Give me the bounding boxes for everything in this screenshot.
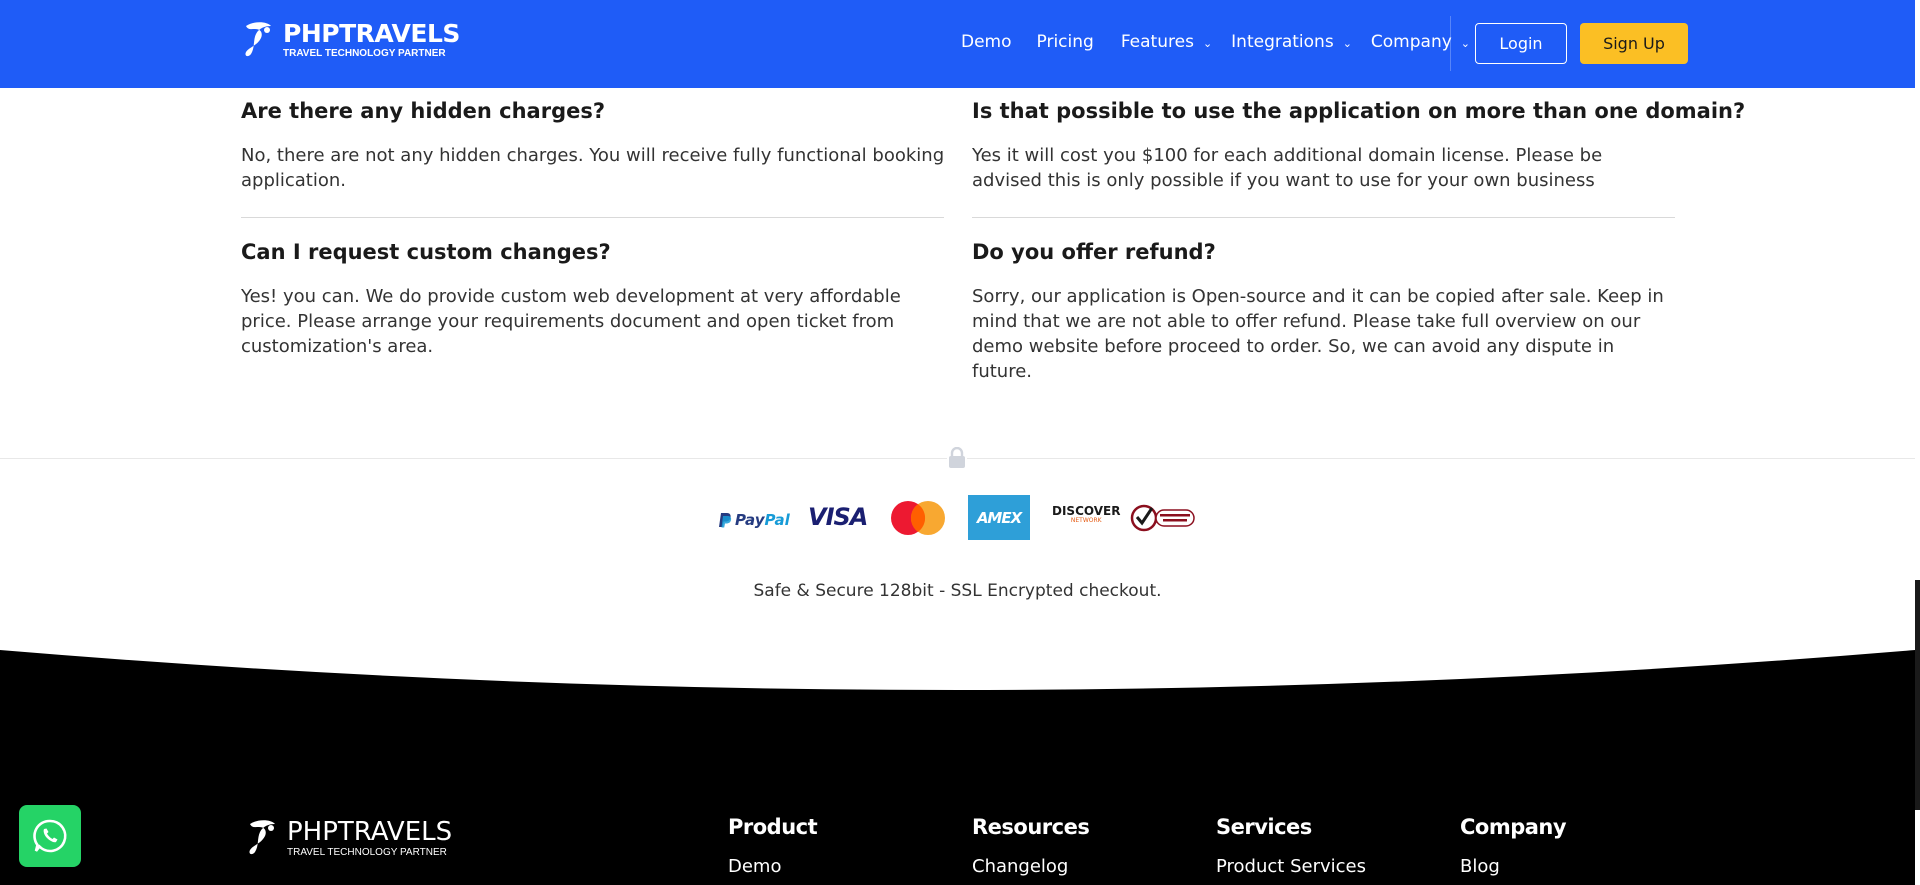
footer-col-title: Company: [1460, 815, 1567, 839]
discover-subtext: NETWORK: [1070, 517, 1102, 524]
chevron-down-icon: ⌄: [1342, 37, 1352, 50]
discover-text: DISCOVER: [1052, 504, 1121, 518]
brand-logo-icon: [249, 820, 275, 855]
faq-answer: Yes! you can. We do provide custom web d…: [241, 286, 901, 357]
footer-brand-name: PHPTRAVELS: [287, 816, 453, 847]
footer-col-title: Product: [728, 815, 818, 839]
scrollbar[interactable]: [1915, 580, 1920, 810]
footer-brand-tagline: TRAVEL TECHNOLOGY PARTNER: [287, 846, 447, 858]
paypal-text-a: Pay: [735, 511, 765, 529]
faq-divider: [972, 217, 1675, 218]
whatsapp-icon: [33, 819, 67, 853]
paypal-icon: [719, 513, 732, 528]
login-button[interactable]: Login: [1475, 23, 1567, 64]
brand-tagline: TRAVEL TECHNOLOGY PARTNER: [283, 48, 446, 59]
footer-link-demo[interactable]: Demo: [728, 856, 817, 877]
lock-icon: [947, 447, 967, 469]
footer-link-blog[interactable]: Blog: [1460, 856, 1566, 877]
signup-button[interactable]: Sign Up: [1580, 23, 1688, 64]
faq-answer: No, there are not any hidden charges. Yo…: [241, 145, 945, 191]
nav-features-label: Features: [1120, 32, 1194, 52]
faq-item: Can I request custom changes? Yes! you c…: [241, 240, 946, 359]
visa-logo: VISA: [808, 503, 868, 531]
faq-answer: Yes it will cost you $100 for each addit…: [972, 145, 1603, 191]
faq-divider: [241, 217, 944, 218]
faq-question: Is that possible to use the application …: [972, 99, 1746, 123]
footer-col-services: Services Product Services: [1216, 815, 1366, 877]
nav-integrations[interactable]: Integrations ⌄: [1231, 32, 1352, 52]
footer-col-product: Product Demo: [728, 815, 818, 877]
chevron-down-icon: ⌄: [1202, 37, 1213, 50]
nav-pricing-label: Pricing: [1036, 32, 1094, 52]
discover-logo: DISCOVER NETWORK: [1052, 505, 1120, 524]
faq-item: Do you offer refund? Sorry, our applicat…: [972, 240, 1677, 384]
payment-methods: Pay Pal VISA AMEX DISCOVER NETWORK: [718, 495, 1198, 543]
footer-col-resources: Resources Changelog: [972, 815, 1090, 877]
nav-demo-label: Demo: [961, 32, 1012, 52]
faq-question: Can I request custom changes?: [241, 240, 611, 264]
mastercard-logo: [891, 501, 945, 535]
faq-answer: Sorry, our application is Open-source an…: [972, 286, 1664, 382]
nav-company-label: Company: [1370, 32, 1452, 52]
brand-logo[interactable]: PHPTRAVELS TRAVEL TECHNOLOGY PARTNER: [243, 20, 460, 60]
nav-features[interactable]: Features ⌄: [1121, 32, 1212, 52]
footer-link-product-services[interactable]: Product Services: [1216, 856, 1366, 877]
amex-logo: AMEX: [968, 495, 1030, 540]
nav-divider: [1450, 16, 1451, 71]
paypal-logo: Pay Pal: [718, 507, 790, 533]
faq-item: Is that possible to use the application …: [972, 99, 1746, 193]
brand-logo-icon: [245, 22, 271, 57]
nav-demo[interactable]: Demo: [961, 32, 1012, 52]
whatsapp-button[interactable]: [19, 805, 81, 867]
verisign-logo: [1130, 504, 1195, 532]
footer-col-company: Company Blog: [1460, 815, 1567, 877]
footer-col-title: Resources: [972, 815, 1090, 839]
main-nav: Demo Pricing Features ⌄ Integrations ⌄ C…: [961, 32, 1470, 52]
faq-question: Do you offer refund?: [972, 240, 1216, 264]
nav-integrations-label: Integrations: [1231, 32, 1334, 52]
nav-pricing[interactable]: Pricing: [1037, 32, 1094, 52]
secure-checkout-text: Safe & Secure 128bit - SSL Encrypted che…: [753, 581, 1162, 601]
footer-col-title: Services: [1216, 815, 1312, 839]
brand-name: PHPTRAVELS: [283, 19, 460, 48]
nav-company[interactable]: Company ⌄: [1371, 32, 1470, 52]
footer-link-changelog[interactable]: Changelog: [972, 856, 1089, 877]
footer-brand-logo[interactable]: PHPTRAVELS TRAVEL TECHNOLOGY PARTNER: [247, 818, 452, 858]
chevron-down-icon: ⌄: [1460, 37, 1470, 50]
faq-item: Are there any hidden charges? No, there …: [241, 99, 946, 193]
top-navbar: PHPTRAVELS TRAVEL TECHNOLOGY PARTNER Dem…: [0, 0, 1915, 88]
paypal-text-b: Pal: [764, 511, 790, 529]
faq-question: Are there any hidden charges?: [241, 99, 606, 123]
